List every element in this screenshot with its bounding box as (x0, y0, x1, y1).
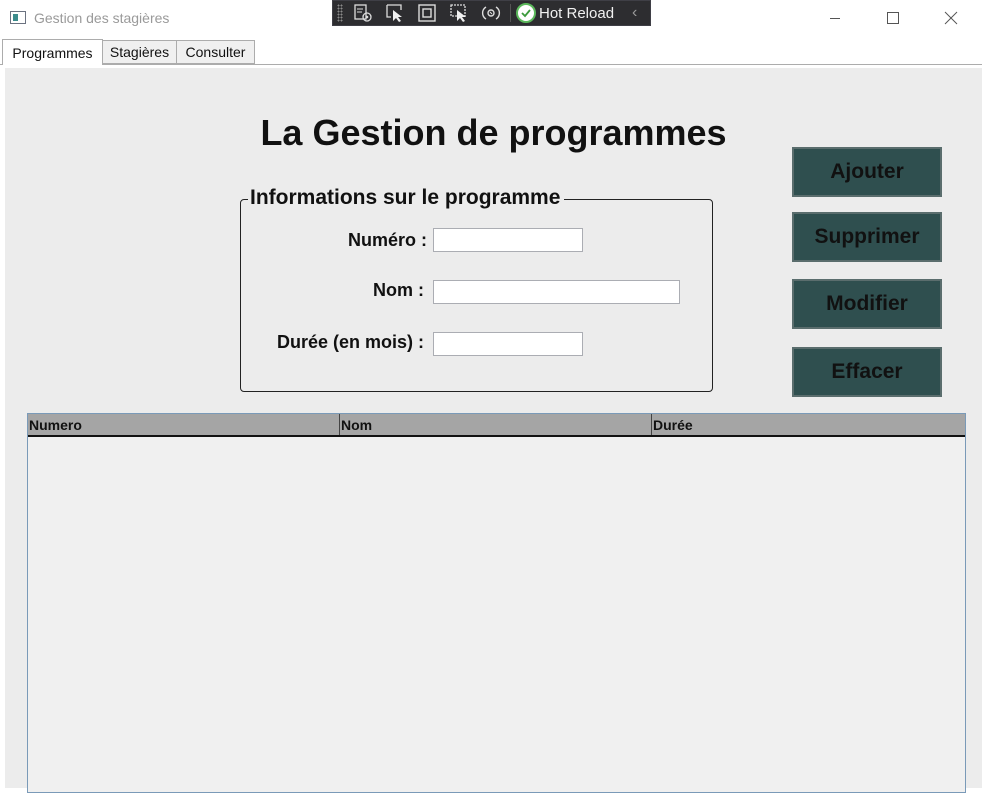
minimize-icon (830, 18, 840, 19)
column-header-numero[interactable]: Numero (28, 414, 339, 435)
app-window-icon (10, 11, 26, 24)
live-visual-tree-icon[interactable] (347, 1, 379, 25)
toolbar-grip-icon[interactable] (337, 4, 343, 22)
tab-programmes[interactable]: Programmes (2, 39, 103, 65)
maximize-icon (887, 12, 899, 24)
select-element-icon[interactable] (379, 1, 411, 25)
window-title: Gestion des stagières (34, 10, 170, 26)
program-info-groupbox: Informations sur le programme Numéro : N… (240, 186, 713, 392)
maximize-button[interactable] (864, 0, 922, 36)
toolbar-separator (510, 4, 511, 22)
track-focus-icon[interactable] (443, 1, 475, 25)
nom-input[interactable] (433, 280, 680, 304)
hot-reload-label: Hot Reload (539, 4, 615, 22)
tab-content: La Gestion de programmes Informations su… (2, 65, 982, 793)
tab-consulter[interactable]: Consulter (176, 40, 255, 64)
numero-input[interactable] (433, 228, 583, 252)
numero-label: Numéro : (347, 230, 427, 250)
xaml-debug-toolbar: Hot Reload ‹ (332, 0, 651, 26)
binding-failures-icon[interactable] (475, 1, 507, 25)
ajouter-button[interactable]: Ajouter (792, 147, 942, 197)
title-bar: Gestion des stagières Hot Reload ‹ (0, 0, 982, 36)
column-header-nom[interactable]: Nom (339, 414, 651, 435)
modifier-button[interactable]: Modifier (792, 279, 942, 329)
tab-stagieres[interactable]: Stagières (102, 40, 177, 64)
effacer-button[interactable]: Effacer (792, 347, 942, 397)
groupbox-legend: Informations sur le programme (248, 186, 565, 210)
close-button[interactable] (922, 0, 980, 36)
hot-reload-button[interactable]: Hot Reload (516, 3, 614, 23)
column-header-duree[interactable]: Durée (651, 414, 965, 435)
duree-input[interactable] (433, 332, 583, 356)
close-icon (944, 11, 958, 25)
programmes-panel: La Gestion de programmes Informations su… (5, 68, 982, 793)
nom-label: Nom : (373, 280, 424, 300)
supprimer-button[interactable]: Supprimer (792, 212, 942, 262)
minimize-button[interactable] (806, 0, 864, 36)
check-circle-icon (516, 3, 536, 23)
programmes-datagrid[interactable]: Numero Nom Durée (27, 413, 966, 793)
collapse-toolbar-icon[interactable]: ‹ (632, 4, 637, 22)
datagrid-header: Numero Nom Durée (28, 414, 965, 437)
duree-label: Durée (en mois) : (276, 332, 424, 352)
datagrid-body[interactable] (28, 437, 965, 792)
display-adorners-icon[interactable] (411, 1, 443, 25)
